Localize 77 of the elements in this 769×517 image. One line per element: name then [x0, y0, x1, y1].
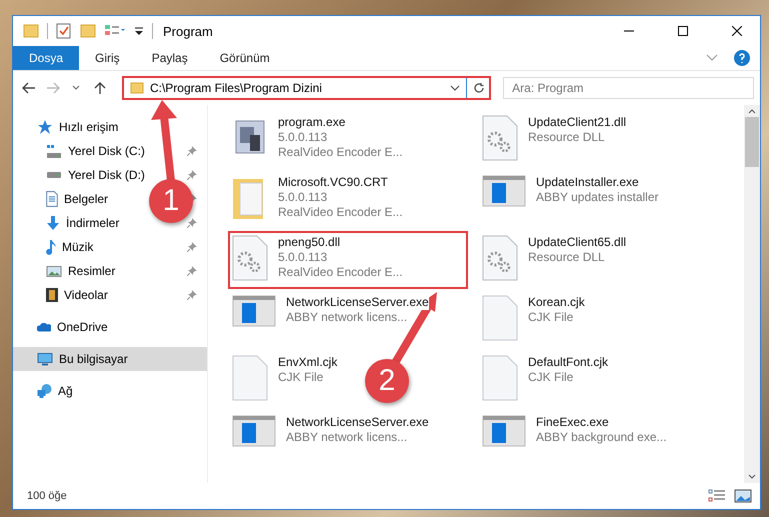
sidebar-item[interactable]: Yerel Disk (D:) [46, 168, 145, 182]
properties-icon[interactable] [104, 24, 126, 38]
large-icons-view-icon[interactable] [734, 489, 752, 503]
application-window-icon [232, 295, 276, 327]
sidebar-item[interactable]: Hızlı erişim [37, 120, 118, 134]
expand-ribbon-icon[interactable] [706, 54, 718, 62]
sidebar-item[interactable]: OneDrive [37, 320, 108, 334]
file-detail: ABBY updates installer [536, 190, 659, 205]
sidebar-item[interactable]: İndirmeler [46, 216, 120, 230]
item-count: 100 öğe [27, 490, 68, 502]
search-field[interactable]: Ara: Program [503, 77, 754, 99]
file-name[interactable]: Korean.cjk [528, 295, 585, 310]
file-name[interactable]: UpdateInstaller.exe [536, 175, 639, 190]
ribbon-tab[interactable]: Giriş [79, 46, 136, 70]
left-arrow-icon [22, 82, 36, 94]
maximize-icon [678, 26, 688, 36]
blank-file-icon [232, 355, 268, 401]
file-name[interactable]: NetworkLicenseServer.exe [286, 295, 429, 310]
minimize-icon [624, 30, 634, 32]
sidebar-item[interactable]: Belgeler [46, 191, 108, 207]
folder-icon [130, 82, 144, 94]
sidebar-item[interactable]: Resimler [46, 264, 116, 278]
file-detail: ABBY background exe... [536, 430, 667, 445]
pin-icon [187, 290, 197, 300]
pin-icon [187, 146, 197, 156]
blank-file-icon [482, 355, 518, 401]
application-window-icon [482, 175, 526, 207]
pin-icon [187, 218, 197, 228]
sidebar-item[interactable]: Bu bilgisayar [37, 352, 128, 366]
file-name[interactable]: UpdateClient65.dll [528, 235, 626, 250]
file-name[interactable]: UpdateClient21.dll [528, 115, 626, 130]
film-icon [46, 288, 58, 302]
right-arrow-icon [46, 82, 60, 94]
down-arrow-icon [46, 216, 60, 230]
dropdown-icon[interactable] [134, 26, 144, 36]
ribbon-tab[interactable]: Görünüm [204, 46, 286, 70]
close-icon [732, 26, 742, 36]
drive-icon [46, 144, 62, 158]
help-icon[interactable] [734, 50, 750, 66]
details-view-icon[interactable] [708, 489, 726, 503]
pin-icon [187, 170, 197, 180]
computer-icon [37, 352, 53, 366]
file-name[interactable]: pneng50.dll [278, 235, 340, 250]
pin-icon [187, 242, 197, 252]
gears-file-icon [482, 115, 518, 161]
address-bar[interactable]: C:\Program Files\Program Dizini [122, 76, 492, 100]
application-window-icon [482, 415, 526, 447]
sidebar-item[interactable]: Yerel Disk (C:) [46, 144, 145, 158]
sidebar-item[interactable]: Müzik [46, 240, 94, 254]
up-arrow-icon [94, 81, 106, 95]
blank-file-icon [482, 295, 518, 341]
drive-icon [46, 172, 62, 178]
caret-icon [72, 85, 80, 91]
refresh-icon[interactable] [473, 82, 486, 94]
application-window-icon [232, 415, 276, 447]
gears-file-icon [232, 235, 268, 281]
scrollbar-thumb[interactable] [745, 117, 759, 167]
sidebar-item[interactable]: Ağ [37, 384, 73, 398]
checklist-icon[interactable] [56, 23, 72, 39]
gears-file-icon [482, 235, 518, 281]
caret-icon[interactable] [450, 85, 460, 91]
music-note-icon [46, 240, 56, 254]
document-icon [46, 191, 58, 207]
file-name[interactable]: EnvXml.cjk [278, 355, 338, 370]
picture-icon [46, 266, 62, 276]
sidebar-item[interactable]: Videolar [46, 288, 108, 302]
pin-icon [187, 266, 197, 276]
ribbon-tab[interactable]: Paylaş [136, 46, 204, 70]
folder-icon [23, 24, 39, 38]
network-icon [37, 384, 52, 398]
file-name[interactable]: DefaultFont.cjk [528, 355, 608, 370]
star-icon [37, 120, 53, 134]
ribbon-tab[interactable]: Dosya [13, 46, 80, 70]
step-badge: 2 [365, 359, 409, 403]
step-badge: 1 [149, 179, 193, 223]
cloud-icon [37, 322, 51, 332]
window-title: Program [163, 24, 214, 38]
